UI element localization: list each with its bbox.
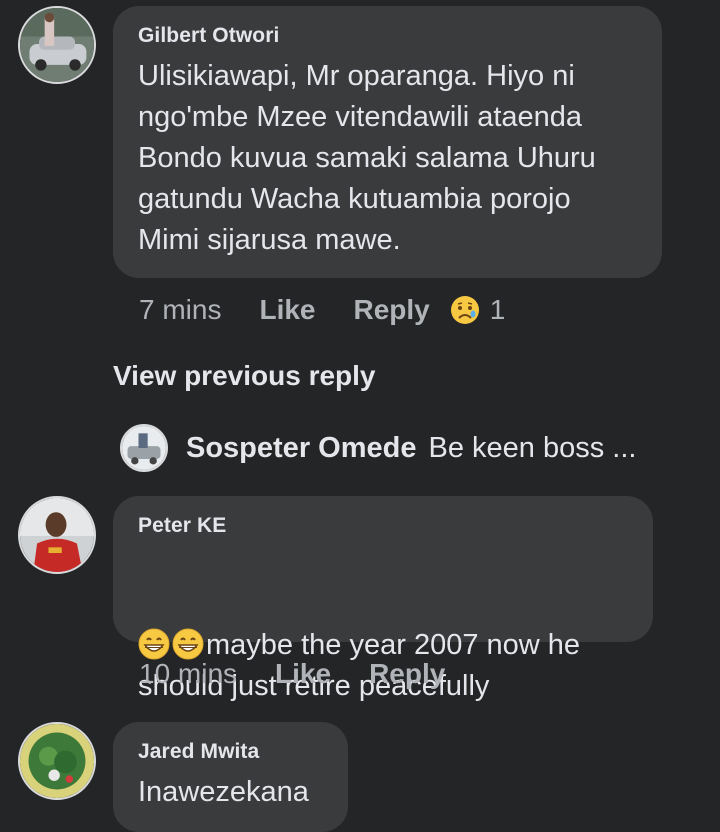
profile-photo-icon (122, 426, 166, 470)
comment-actions: 7 mins Like Reply 1 (139, 294, 505, 326)
comment-text: Ulisikiawapi, Mr oparanga. Hiyo ni ngo'm… (138, 60, 596, 256)
avatar[interactable] (18, 496, 96, 574)
grinning-emoji-icon (138, 587, 170, 660)
view-previous-reply-link[interactable]: View previous reply (113, 360, 376, 392)
reply-author[interactable]: Sospeter Omede (186, 432, 416, 465)
profile-photo-person-icon (20, 498, 94, 572)
comment-bubble: Jared Mwita Inawezekana (113, 722, 348, 832)
reply-text: Be keen boss ... (428, 431, 637, 464)
like-button[interactable]: Like (275, 658, 331, 690)
profile-photo-car-icon (20, 8, 94, 82)
comment-author[interactable]: Jared Mwita (138, 740, 348, 764)
comment-timestamp[interactable]: 10 mins (139, 658, 237, 690)
sad-emoji-icon[interactable] (450, 295, 480, 325)
grinning-emoji-icon (172, 587, 204, 660)
comment-author[interactable]: Peter KE (138, 514, 653, 538)
comment-bubble: Peter KE maybe the year 2007 now he shou… (113, 496, 653, 702)
reply-button[interactable]: Reply (354, 294, 430, 326)
avatar[interactable] (18, 722, 96, 800)
reaction-count[interactable]: 1 (490, 294, 506, 326)
reply-button[interactable]: Reply (369, 658, 445, 690)
comment-bubble: Gilbert Otwori Ulisikiawapi, Mr oparanga… (113, 6, 662, 278)
comment-actions: 10 mins Like Reply (139, 658, 483, 690)
profile-photo-plants-icon (20, 724, 94, 798)
comment-text: Inawezekana (138, 776, 309, 808)
comment-author[interactable]: Gilbert Otwori (138, 24, 662, 48)
comment-timestamp[interactable]: 7 mins (139, 294, 221, 326)
like-button[interactable]: Like (259, 294, 315, 326)
avatar[interactable] (18, 6, 96, 84)
avatar[interactable] (120, 424, 168, 472)
reply-preview[interactable]: Sospeter Omede Be keen boss ... (120, 424, 636, 472)
